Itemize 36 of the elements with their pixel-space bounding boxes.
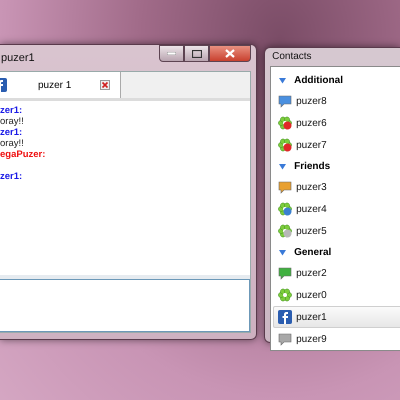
contact-item[interactable]: puzer2 [273,262,400,284]
close-icon[interactable] [100,80,110,90]
sender-name: zer1: [0,127,24,138]
message-input-field[interactable] [0,279,250,332]
sender-name: zer1: [0,105,24,116]
contact-item[interactable]: puzer5 [273,220,400,242]
message-text: oray!! [0,138,25,149]
minimize-button[interactable] [159,45,184,62]
group-name: Friends [294,160,330,172]
flower-icon [278,288,292,302]
group-name: Additional [294,74,343,86]
contact-item[interactable]: puzer3 [273,176,400,198]
contact-item[interactable]: puzer0 [273,284,400,306]
close-button[interactable] [209,45,252,62]
minimize-icon [167,52,176,55]
contact-item[interactable]: puzer9 [273,328,400,350]
contact-item[interactable]: puzer4 [273,198,400,220]
group-header[interactable]: Friends [271,156,400,176]
maximize-icon [192,50,202,58]
facebook-icon [0,78,7,92]
message-text: oray!! [0,116,25,127]
sender-name: zer1: [0,171,24,182]
contact-item[interactable]: puzer6 [273,112,400,134]
group-header[interactable]: Additional [271,70,400,90]
window-title: puzer1 [1,52,35,64]
close-icon [225,49,236,58]
maximize-button[interactable] [184,45,210,62]
chat-tab[interactable]: puzer 1 [0,72,121,98]
facebook-icon [278,310,292,324]
group-header[interactable]: General [271,242,400,262]
contact-item[interactable]: puzer7 [273,134,400,156]
window-title: Contacts [272,50,313,64]
group-name: General [294,246,332,258]
contact-item[interactable]: puzer8 [273,90,400,112]
sender-name: egaPuzer: [0,149,46,160]
contact-item[interactable]: puzer1 [273,306,400,328]
